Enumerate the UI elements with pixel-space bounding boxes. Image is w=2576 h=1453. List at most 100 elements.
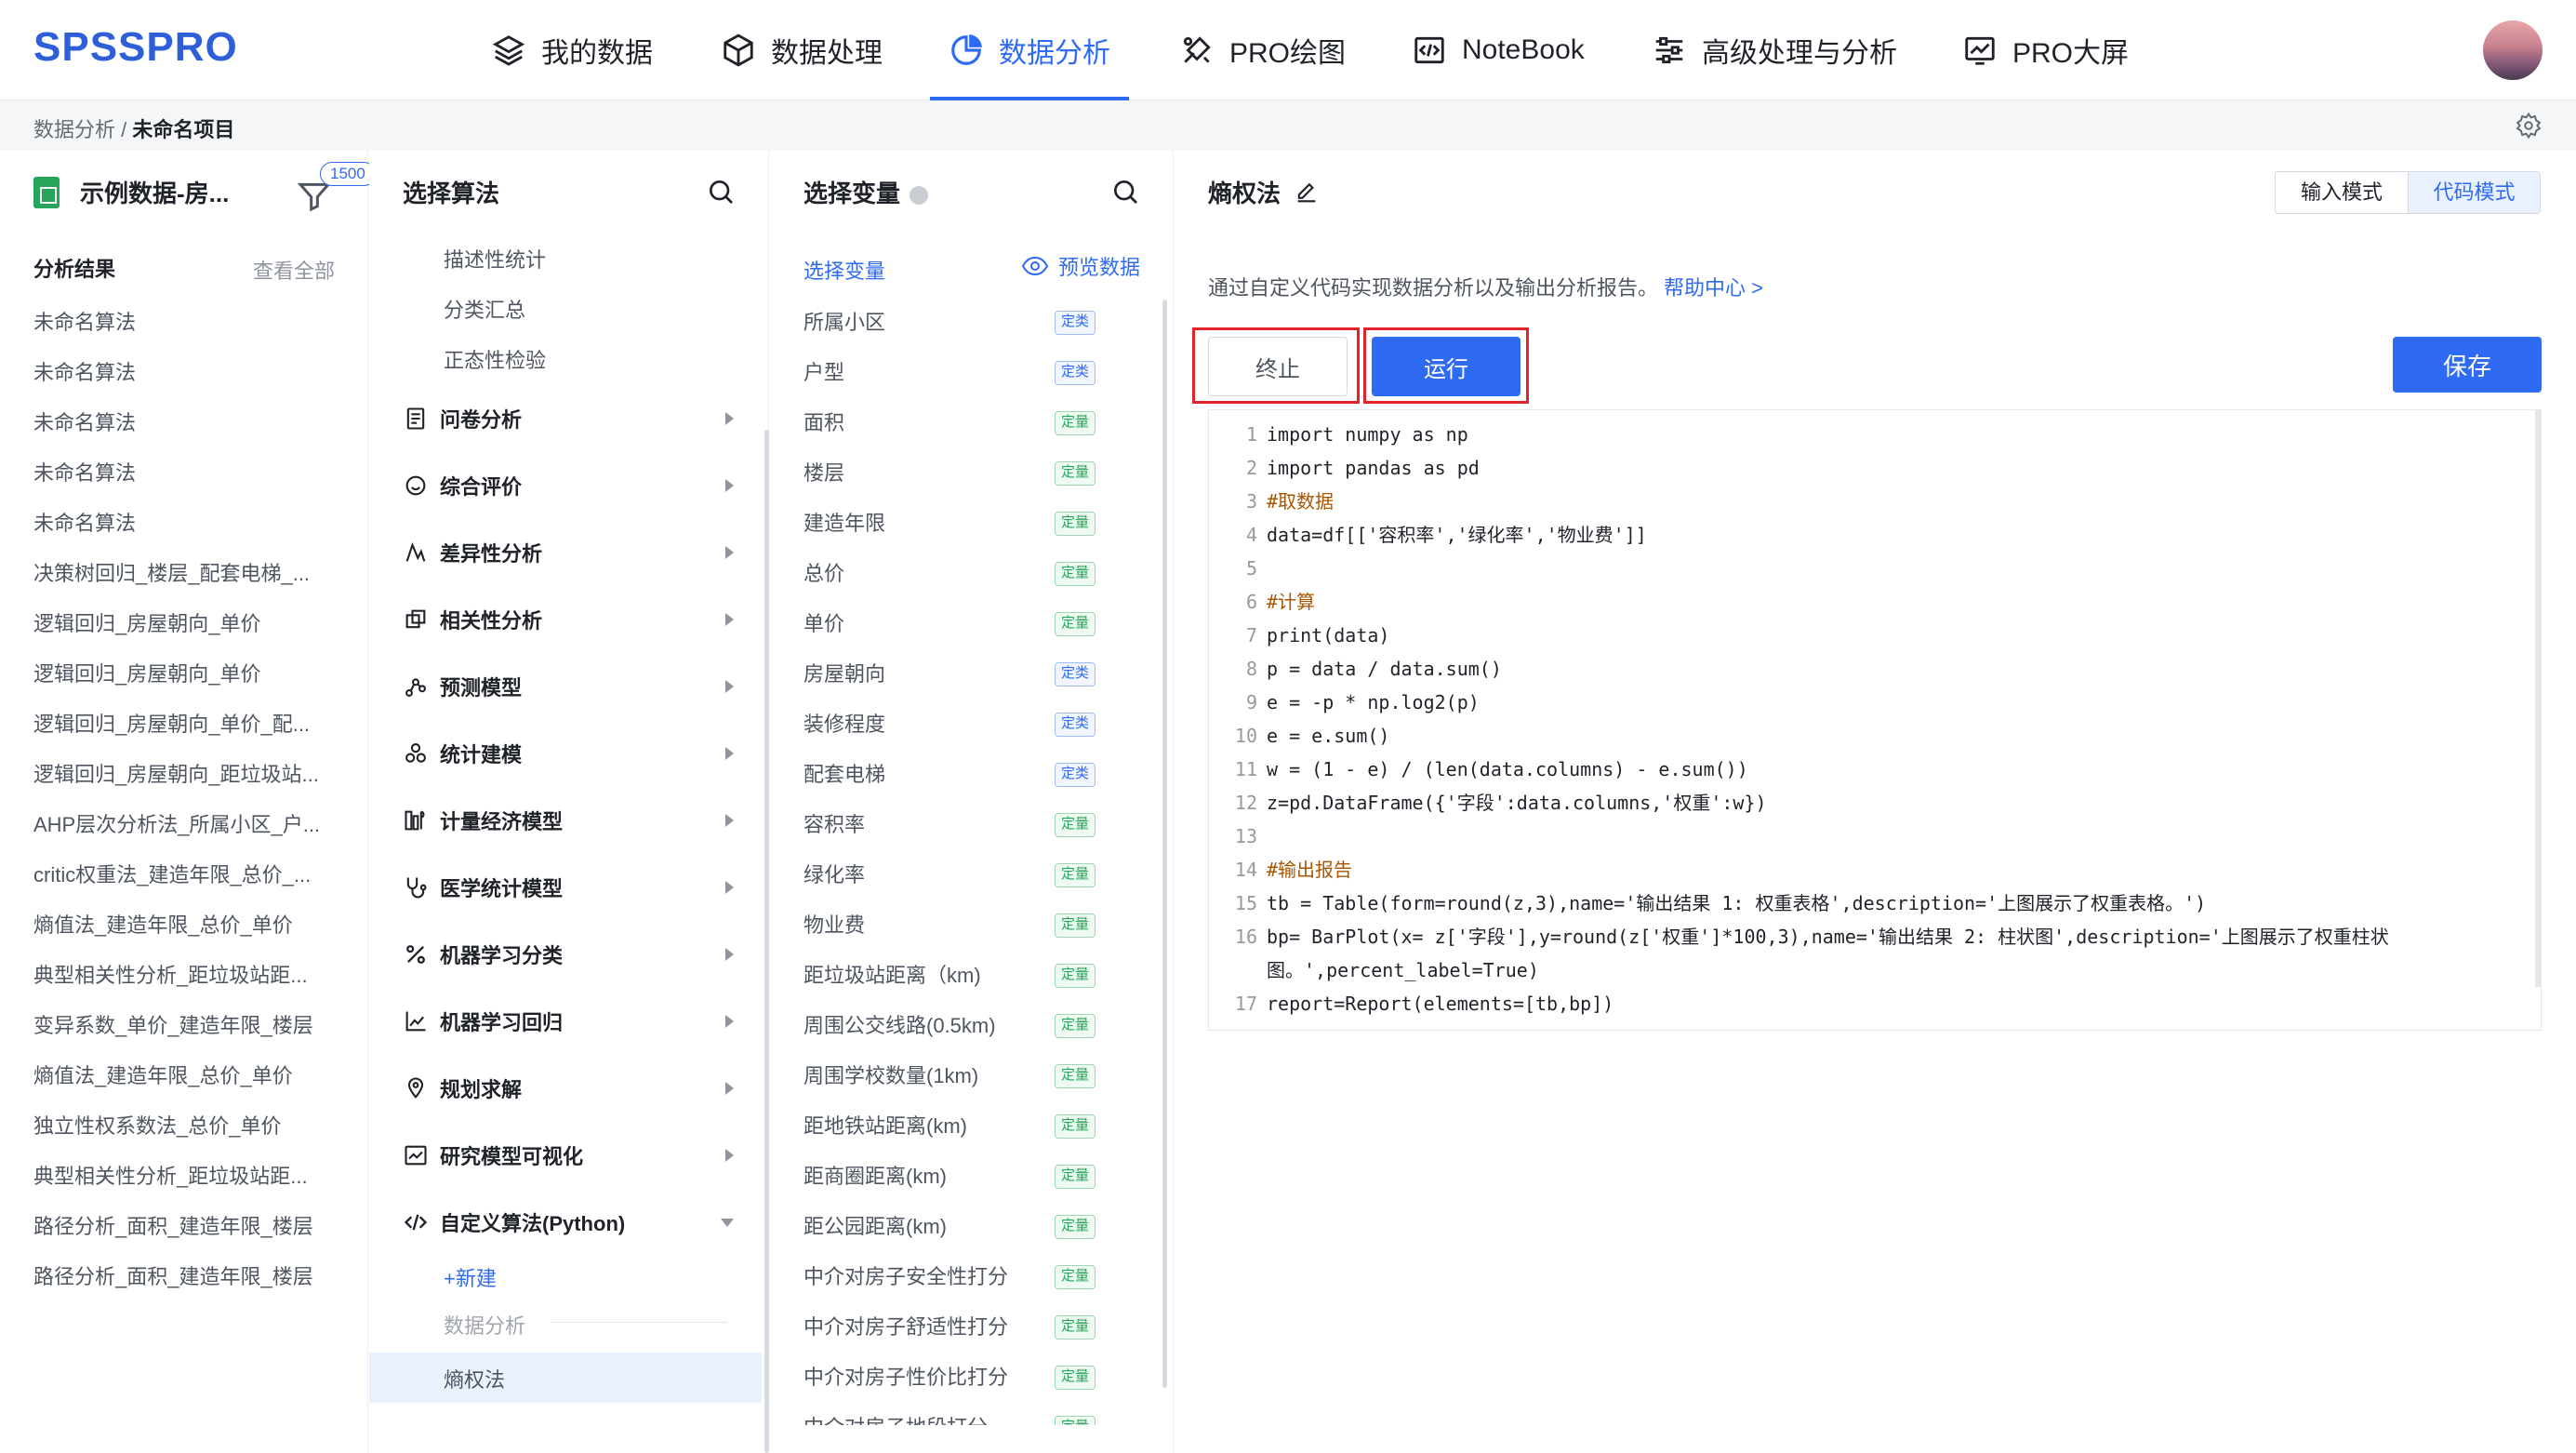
- category-label: 预测模型: [440, 676, 523, 700]
- variable-item[interactable]: 距地铁站距离(km) 定量: [803, 1113, 1166, 1163]
- brand-logo[interactable]: SPSSPRO: [33, 24, 238, 71]
- nav-pro-drawing[interactable]: PRO绘图: [1179, 0, 1346, 100]
- nav-data-processing[interactable]: 数据处理: [721, 0, 883, 100]
- algorithm-item[interactable]: 描述性统计: [444, 244, 546, 273]
- view-all-link[interactable]: 查看全部: [253, 255, 335, 285]
- category-label: 规划求解: [440, 1078, 523, 1101]
- variable-name: 装修程度: [803, 713, 886, 736]
- variable-type-tag: 定量: [1055, 1366, 1096, 1390]
- list-item[interactable]: critic权重法_建造年限_总价_...: [33, 861, 340, 912]
- variable-item[interactable]: 中介对房子安全性打分 定量: [803, 1263, 1166, 1313]
- breadcrumb-parent[interactable]: 数据分析: [33, 118, 115, 141]
- nav-advanced-analysis[interactable]: 高级处理与分析: [1652, 0, 1897, 100]
- variable-item[interactable]: 距商圈距离(km) 定量: [803, 1163, 1166, 1213]
- nav-data-analysis[interactable]: 数据分析: [930, 0, 1129, 100]
- variable-item[interactable]: 周围学校数量(1km) 定量: [803, 1062, 1166, 1113]
- list-item[interactable]: 独立性权系数法_总价_单价: [33, 1113, 340, 1163]
- list-item[interactable]: 未命名算法: [33, 409, 340, 460]
- variable-item[interactable]: 面积 定量: [803, 409, 1166, 460]
- variable-item[interactable]: 总价 定量: [803, 560, 1166, 610]
- list-item[interactable]: 逻辑回归_房屋朝向_距垃圾站...: [33, 761, 340, 811]
- category-econometrics[interactable]: 计量经济模型: [403, 802, 756, 839]
- variable-item[interactable]: 周围公交线路(0.5km) 定量: [803, 1012, 1166, 1062]
- save-button[interactable]: 保存: [2393, 337, 2542, 393]
- category-difference-analysis[interactable]: 差异性分析: [403, 534, 756, 571]
- user-avatar[interactable]: [2483, 20, 2543, 80]
- category-ml-regression[interactable]: 机器学习回归: [403, 1003, 756, 1040]
- list-item[interactable]: 熵值法_建造年限_总价_单价: [33, 912, 340, 962]
- variable-item[interactable]: 配套电梯 定类: [803, 761, 1166, 811]
- nav-notebook[interactable]: NoteBook: [1412, 0, 1585, 100]
- list-item[interactable]: AHP层次分析法_所属小区_户...: [33, 811, 340, 861]
- list-item[interactable]: 熵值法_建造年限_总价_单价: [33, 1062, 340, 1113]
- list-item[interactable]: 未命名算法: [33, 359, 340, 409]
- code-editor[interactable]: 1 import numpy as np 2 import pandas as pd…: [1208, 409, 2542, 1031]
- list-item[interactable]: 路径分析_面积_建造年限_楼层: [33, 1263, 340, 1313]
- variable-item[interactable]: 中介对房子地段打分 定量: [803, 1414, 1166, 1425]
- search-icon[interactable]: [1110, 177, 1140, 207]
- variable-item[interactable]: 绿化率 定量: [803, 861, 1166, 912]
- list-item[interactable]: 典型相关性分析_距垃圾站距...: [33, 962, 340, 1012]
- search-icon[interactable]: [706, 177, 736, 207]
- variable-item[interactable]: 楼层 定量: [803, 460, 1166, 510]
- category-comprehensive-evaluation[interactable]: 综合评价: [403, 467, 756, 504]
- scrollbar[interactable]: [2535, 410, 2541, 987]
- list-item[interactable]: 逻辑回归_房屋朝向_单价_配...: [33, 711, 340, 761]
- new-algorithm-link[interactable]: +新建: [444, 1262, 497, 1292]
- variable-item[interactable]: 建造年限 定量: [803, 510, 1166, 560]
- list-item[interactable]: 逻辑回归_房屋朝向_单价: [33, 610, 340, 660]
- run-button[interactable]: 运行: [1372, 337, 1520, 396]
- list-item[interactable]: 变异系数_单价_建造年限_楼层: [33, 1012, 340, 1062]
- variable-type-tag: 定量: [1055, 461, 1096, 486]
- variable-item[interactable]: 中介对房子性价比打分 定量: [803, 1364, 1166, 1414]
- gear-icon[interactable]: [2515, 112, 2543, 140]
- algorithm-item[interactable]: 正态性检验: [444, 344, 546, 374]
- help-icon[interactable]: [910, 186, 929, 206]
- variable-item[interactable]: 装修程度 定类: [803, 711, 1166, 761]
- list-item[interactable]: 未命名算法: [33, 309, 340, 359]
- code-text: report=Report(elements=[tb,bp]): [1267, 993, 1614, 1015]
- category-correlation-analysis[interactable]: 相关性分析: [403, 601, 756, 638]
- code-mode-button[interactable]: 代码模式: [2408, 172, 2540, 213]
- scrollbar[interactable]: [764, 430, 769, 1453]
- category-label: 医学统计模型: [440, 877, 564, 900]
- variable-item[interactable]: 容积率 定量: [803, 811, 1166, 861]
- variable-item[interactable]: 所属小区 定类: [803, 309, 1166, 359]
- stop-button[interactable]: 终止: [1208, 337, 1348, 396]
- list-item[interactable]: 未命名算法: [33, 510, 340, 560]
- tab-select-variables[interactable]: 选择变量: [803, 255, 885, 285]
- selected-algorithm-label: 熵权法: [444, 1368, 506, 1392]
- variable-item[interactable]: 单价 定量: [803, 610, 1166, 660]
- variable-item[interactable]: 中介对房子舒适性打分 定量: [803, 1313, 1166, 1364]
- category-planning-solver[interactable]: 规划求解: [403, 1070, 756, 1107]
- category-model-visualization[interactable]: 研究模型可视化: [403, 1137, 756, 1174]
- category-ml-classification[interactable]: 机器学习分类: [403, 936, 756, 973]
- category-survey-analysis[interactable]: 问卷分析: [403, 400, 756, 437]
- code-line: 5: [1245, 557, 1257, 580]
- dataset-name[interactable]: 示例数据-房...: [80, 175, 229, 209]
- algorithm-item[interactable]: 分类汇总: [444, 294, 525, 324]
- list-item[interactable]: 未命名算法: [33, 460, 340, 510]
- help-center-link[interactable]: 帮助中心 >: [1664, 276, 1763, 300]
- input-mode-button[interactable]: 输入模式: [2276, 172, 2408, 213]
- category-custom-python[interactable]: 自定义算法(Python): [403, 1204, 756, 1241]
- scrollbar[interactable]: [1162, 300, 1167, 1388]
- preview-data-button[interactable]: 预览数据: [1021, 251, 1140, 281]
- variable-item[interactable]: 房屋朝向 定类: [803, 660, 1166, 711]
- nav-pro-dashboard[interactable]: PRO大屏: [1962, 0, 2129, 100]
- edit-pencil-icon[interactable]: [1294, 180, 1320, 206]
- list-item[interactable]: 典型相关性分析_距垃圾站距...: [33, 1163, 340, 1213]
- selected-algorithm-item[interactable]: 熵权法: [369, 1353, 762, 1403]
- category-medical-statistics[interactable]: 医学统计模型: [403, 869, 756, 906]
- category-statistical-modeling[interactable]: 统计建模: [403, 735, 756, 772]
- nav-my-data[interactable]: 我的数据: [491, 0, 653, 100]
- list-item[interactable]: 逻辑回归_房屋朝向_单价: [33, 660, 340, 711]
- list-item[interactable]: 路径分析_面积_建造年限_楼层: [33, 1213, 340, 1263]
- chevron-right-icon: [725, 747, 734, 760]
- list-item[interactable]: 决策树回归_楼层_配套电梯_...: [33, 560, 340, 610]
- variable-item[interactable]: 物业费 定量: [803, 912, 1166, 962]
- variable-item[interactable]: 距公园距离(km) 定量: [803, 1213, 1166, 1263]
- variable-item[interactable]: 户型 定类: [803, 359, 1166, 409]
- variable-item[interactable]: 距垃圾站距离（km) 定量: [803, 962, 1166, 1012]
- category-prediction-model[interactable]: 预测模型: [403, 668, 756, 705]
